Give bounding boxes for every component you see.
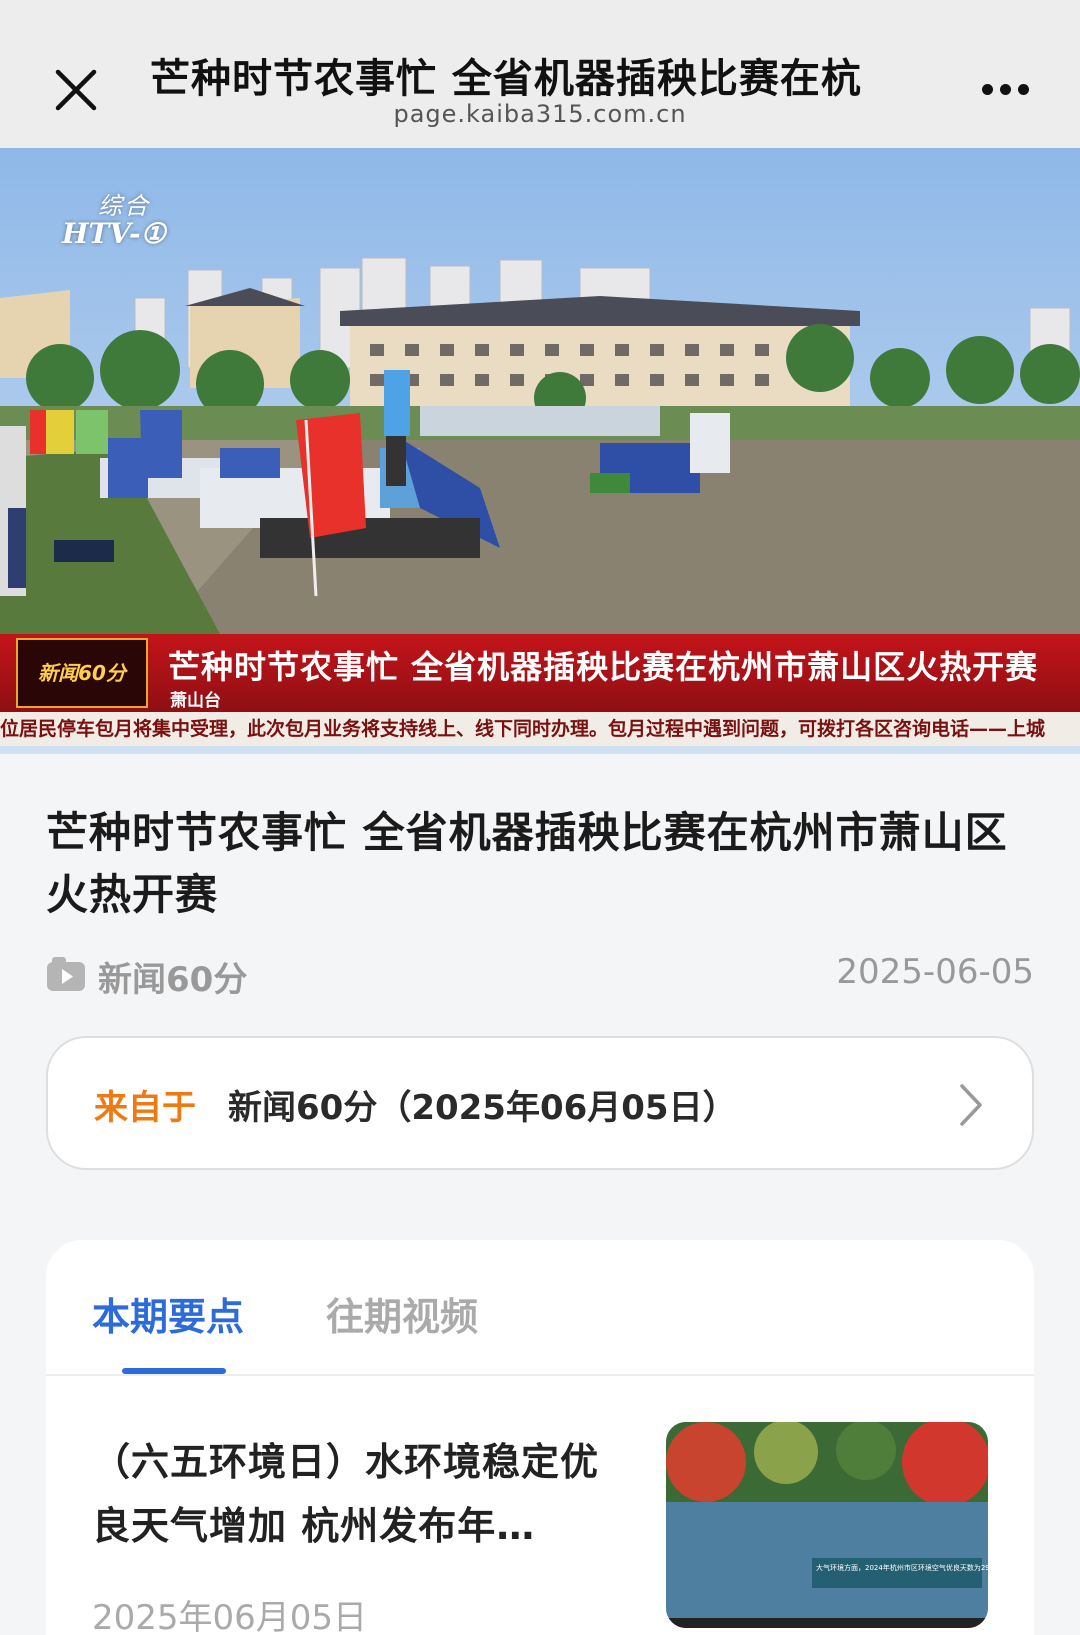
tab-past-videos[interactable]: 往期视频 bbox=[326, 1286, 478, 1341]
from-program-card[interactable]: 来自于 新闻60分（2025年06月05日） bbox=[46, 1036, 1034, 1170]
station-logo: 综合 HTV-① bbox=[62, 192, 166, 250]
from-label: 来自于 bbox=[94, 1088, 196, 1128]
page-url: page.kaiba315.com.cn bbox=[393, 100, 687, 128]
article-meta: 新闻60分 2025-06-05 bbox=[46, 952, 1034, 1001]
list-item-title[interactable]: （六五环境日）水环境稳定优良天气增加 杭州发布年… bbox=[92, 1430, 602, 1558]
video-player[interactable]: 综合 HTV-① 新闻60分 芒种时节农事忙 全省机器插秧比赛在杭州市萧山区火热… bbox=[0, 148, 1080, 754]
program-logo: 新闻60分 bbox=[16, 638, 148, 708]
page-title: 芒种时节农事忙 全省机器插秧比赛在杭 bbox=[150, 56, 862, 102]
tab-highlights[interactable]: 本期要点 bbox=[92, 1286, 244, 1341]
episode-panel: 本期要点 往期视频 （六五环境日）水环境稳定优良天气增加 杭州发布年… 2025… bbox=[46, 1240, 1034, 1635]
article-headline: 芒种时节农事忙 全省机器插秧比赛在杭州市萧山区火热开赛 bbox=[46, 808, 1008, 919]
source-name[interactable]: 新闻60分 bbox=[98, 952, 247, 1001]
tab-divider bbox=[46, 1374, 1034, 1376]
more-icon[interactable] bbox=[978, 72, 1034, 102]
video-caption-bar: 新闻60分 芒种时节农事忙 全省机器插秧比赛在杭州市萧山区火热开赛 萧山台 bbox=[0, 634, 1080, 712]
video-caption-title: 芒种时节农事忙 全省机器插秧比赛在杭州市萧山区火热开赛 bbox=[168, 648, 1039, 686]
chevron-right-icon bbox=[960, 1084, 982, 1126]
video-caption-sub: 萧山台 bbox=[170, 691, 221, 711]
thumbnail-caption: 大气环境方面，2024年杭州市区环境空气优良天数为299天，优良率为81.7% bbox=[816, 1563, 988, 1572]
top-bar: 芒种时节农事忙 全省机器插秧比赛在杭 page.kaiba315.com.cn bbox=[0, 0, 1080, 148]
from-program-text: 新闻60分（2025年06月05日） bbox=[228, 1088, 737, 1128]
list-item-thumbnail[interactable]: 大气环境方面，2024年杭州市区环境空气优良天数为299天，优良率为81.7% bbox=[666, 1422, 988, 1628]
video-ticker: 位居民停车包月将集中受理，此次包月业务将支持线上、线下同时办理。包月过程中遇到问… bbox=[0, 712, 1080, 746]
video-camera-icon bbox=[47, 957, 85, 991]
list-item-date: 2025年06月05日 bbox=[92, 1598, 368, 1635]
publish-date: 2025-06-05 bbox=[836, 952, 1034, 992]
